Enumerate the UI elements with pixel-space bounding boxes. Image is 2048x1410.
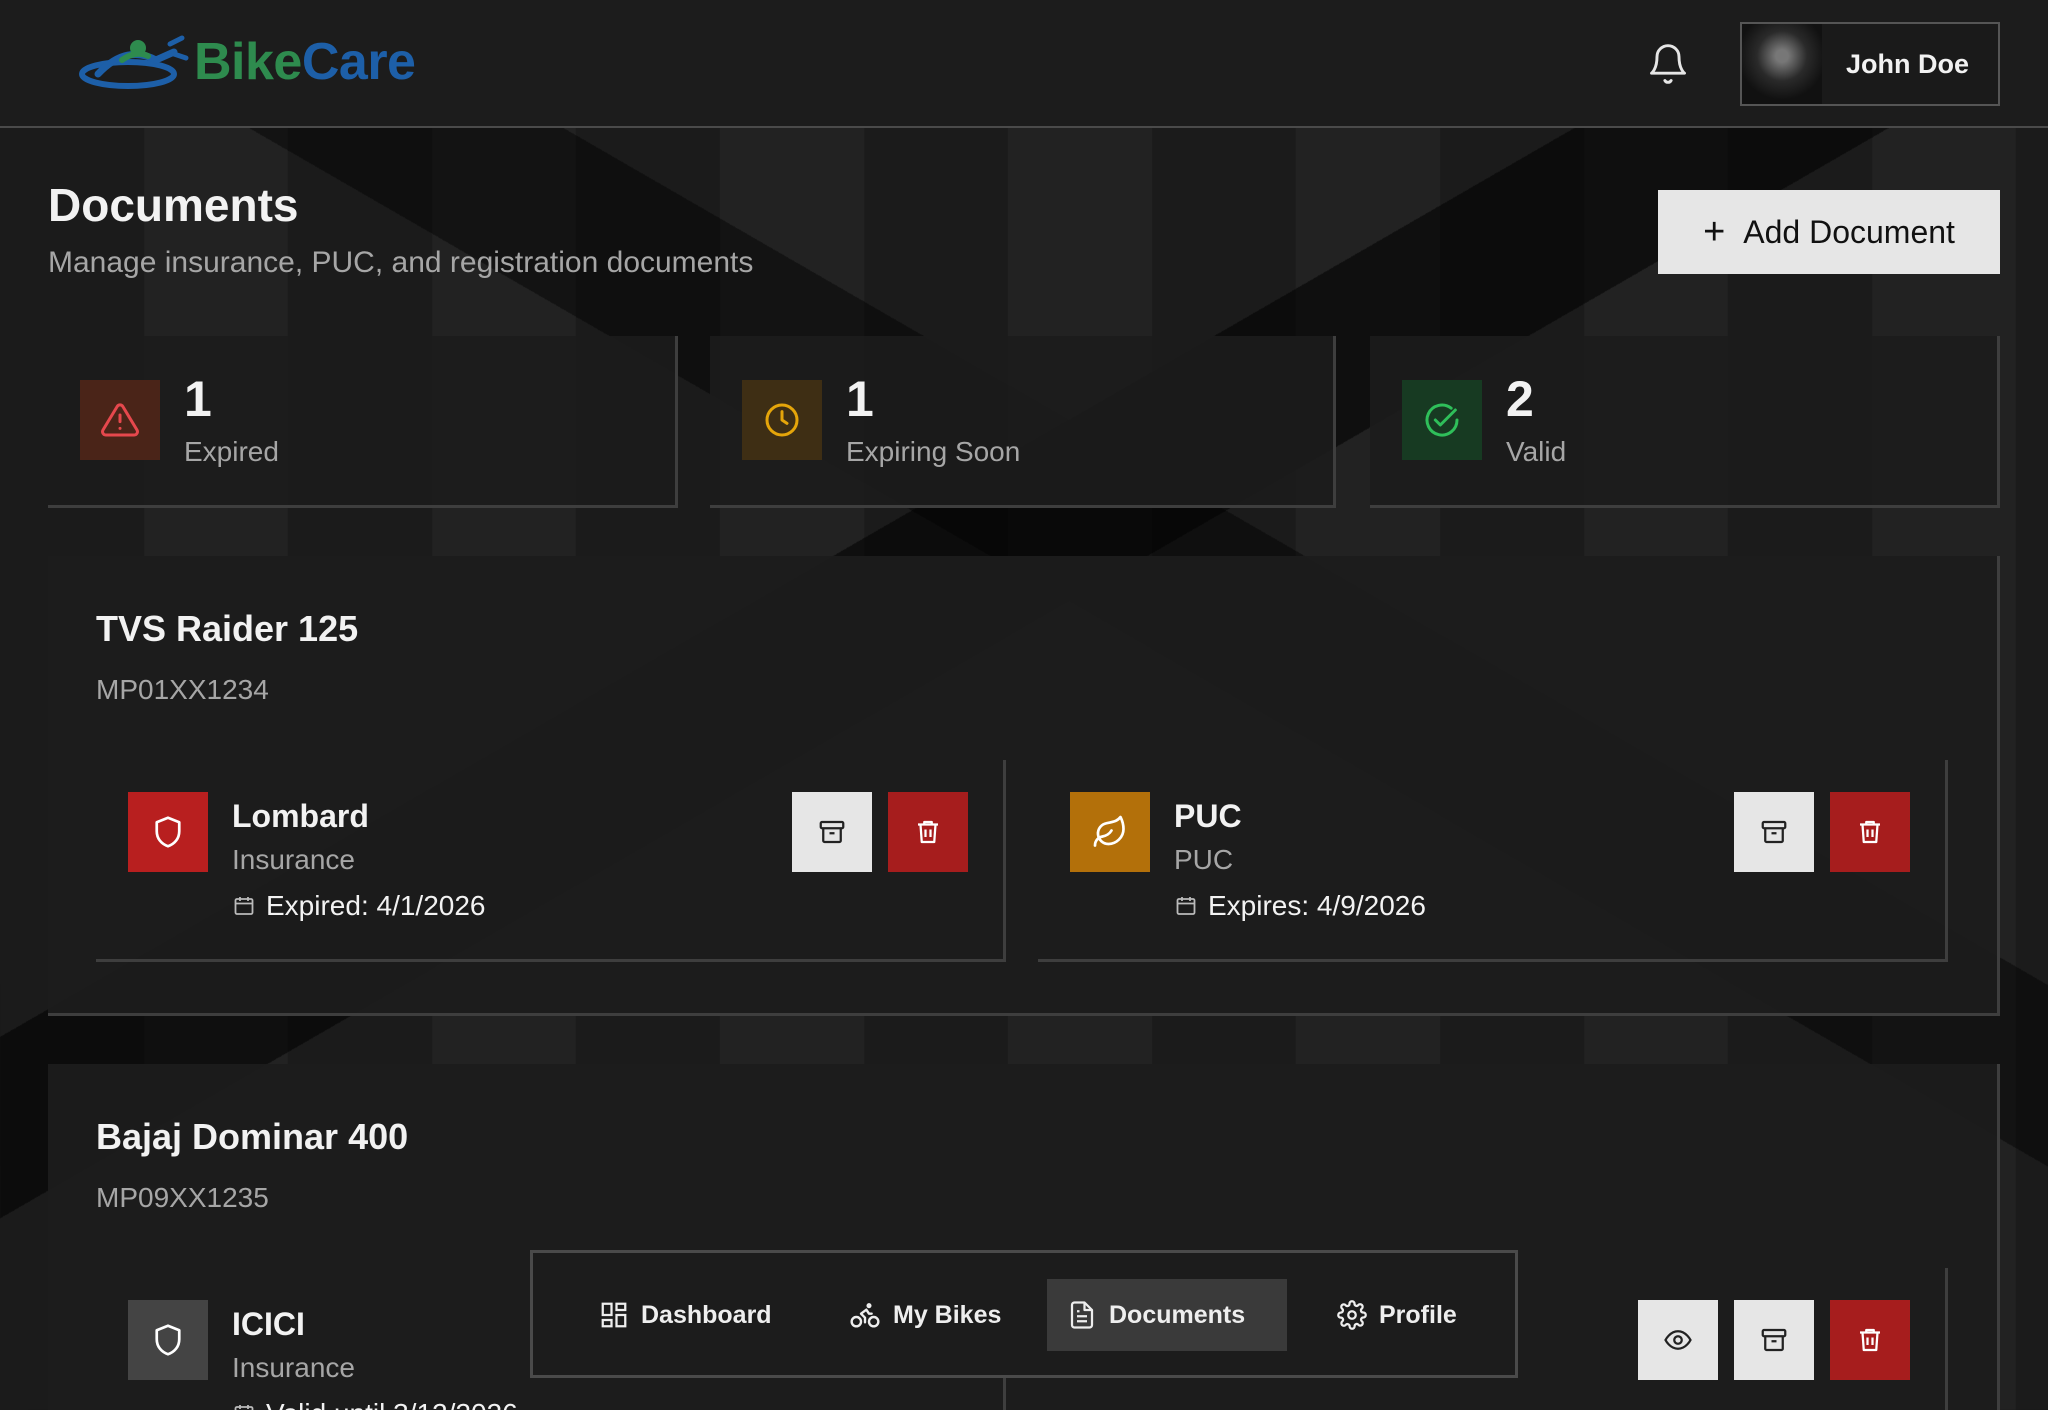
document-expiry-text: Expires: 4/9/2026	[1208, 890, 1426, 921]
nav-label: Dashboard	[641, 1300, 772, 1329]
check-circle-icon	[1402, 380, 1482, 460]
document-name: Lombard	[232, 798, 369, 834]
document-expiry: Expires: 4/9/2026	[1174, 890, 1426, 922]
document-type: PUC	[1174, 844, 1234, 875]
document-card: Lombard Insurance Expired: 4/1/2026	[96, 760, 1006, 962]
user-menu-button[interactable]: John Doe	[1740, 22, 2000, 106]
stat-count: 1	[184, 371, 212, 427]
delete-button[interactable]	[1830, 1300, 1910, 1380]
shield-icon	[128, 792, 208, 872]
document-type: Insurance	[232, 1352, 355, 1383]
document-type: Insurance	[232, 844, 355, 875]
gear-icon	[1337, 1300, 1367, 1330]
alert-triangle-icon	[80, 380, 160, 460]
document-name: PUC	[1174, 798, 1242, 834]
bike-plate: MP01XX1234	[96, 674, 269, 705]
stat-label: Expiring Soon	[846, 436, 1021, 467]
add-document-label: Add Document	[1743, 213, 1955, 250]
document-card: PUC PUC Expires: 4/9/2026	[1038, 760, 1948, 962]
document-expiry: Expired: 4/1/2026	[232, 890, 486, 922]
document-name: ICICI	[232, 1306, 305, 1342]
stat-label: Expired	[184, 436, 279, 467]
user-name: John Doe	[1846, 48, 1970, 79]
document-icon	[1070, 1301, 1094, 1329]
eye-icon	[1664, 1330, 1692, 1350]
dashboard-icon	[601, 1302, 627, 1328]
bike-name: TVS Raider 125	[96, 608, 359, 649]
logo-text: BikeCare	[194, 33, 416, 91]
archive-icon	[1761, 1328, 1787, 1352]
document-expiry-text: Expired: 4/1/2026	[266, 890, 486, 921]
archive-button[interactable]	[1734, 1300, 1814, 1380]
page-subtitle: Manage insurance, PUC, and registration …	[48, 246, 754, 279]
stat-card-valid: 2 Valid	[1370, 336, 2000, 508]
archive-button[interactable]	[792, 792, 872, 872]
archive-icon	[819, 820, 845, 844]
app-header: BikeCare John Doe	[0, 0, 2048, 128]
nav-label: My Bikes	[893, 1300, 1002, 1329]
bike-plate: MP09XX1235	[96, 1182, 269, 1213]
leaf-icon	[1070, 792, 1150, 872]
calendar-icon	[234, 1405, 254, 1410]
trash-icon	[1860, 820, 1880, 844]
trash-icon	[1860, 1328, 1880, 1352]
plus-icon: +	[1703, 210, 1726, 253]
stat-card-expiring-soon: 1 Expiring Soon	[710, 336, 1336, 508]
stat-card-expired: 1 Expired	[48, 336, 678, 508]
add-document-button[interactable]: + Add Document	[1658, 190, 2000, 274]
shield-icon	[128, 1300, 208, 1380]
nav-documents[interactable]: Documents	[1047, 1279, 1287, 1351]
notifications-bell-icon[interactable]	[1646, 42, 1690, 86]
document-expiry-text: Valid until 3/12/2026	[266, 1398, 518, 1410]
stat-count: 1	[846, 371, 874, 427]
clock-icon	[742, 380, 822, 460]
view-button[interactable]	[1638, 1300, 1718, 1380]
document-expiry: Valid until 3/12/2026	[232, 1398, 518, 1410]
bike-icon	[850, 1303, 880, 1328]
nav-my-bikes[interactable]: My Bikes	[829, 1279, 1021, 1351]
trash-icon	[918, 820, 938, 844]
nav-profile[interactable]: Profile	[1317, 1279, 1477, 1351]
bike-name: Bajaj Dominar 400	[96, 1116, 409, 1157]
calendar-icon	[234, 897, 254, 915]
page-title: Documents	[48, 179, 299, 231]
archive-icon	[1761, 820, 1787, 844]
bottom-navigation: Dashboard My Bikes Documents Profile	[530, 1250, 1518, 1378]
avatar	[1742, 24, 1822, 104]
logo[interactable]: BikeCare	[78, 30, 416, 94]
bike-section: TVS Raider 125 MP01XX1234 Lombard Insura…	[48, 556, 2000, 1016]
nav-dashboard[interactable]: Dashboard	[579, 1279, 792, 1351]
delete-button[interactable]	[1830, 792, 1910, 872]
stat-label: Valid	[1506, 436, 1567, 467]
calendar-icon	[1176, 897, 1196, 915]
nav-label: Documents	[1109, 1300, 1246, 1329]
archive-button[interactable]	[1734, 792, 1814, 872]
bike-logo-icon	[79, 35, 189, 89]
nav-label: Profile	[1379, 1300, 1457, 1329]
delete-button[interactable]	[888, 792, 968, 872]
stat-count: 2	[1506, 371, 1534, 427]
